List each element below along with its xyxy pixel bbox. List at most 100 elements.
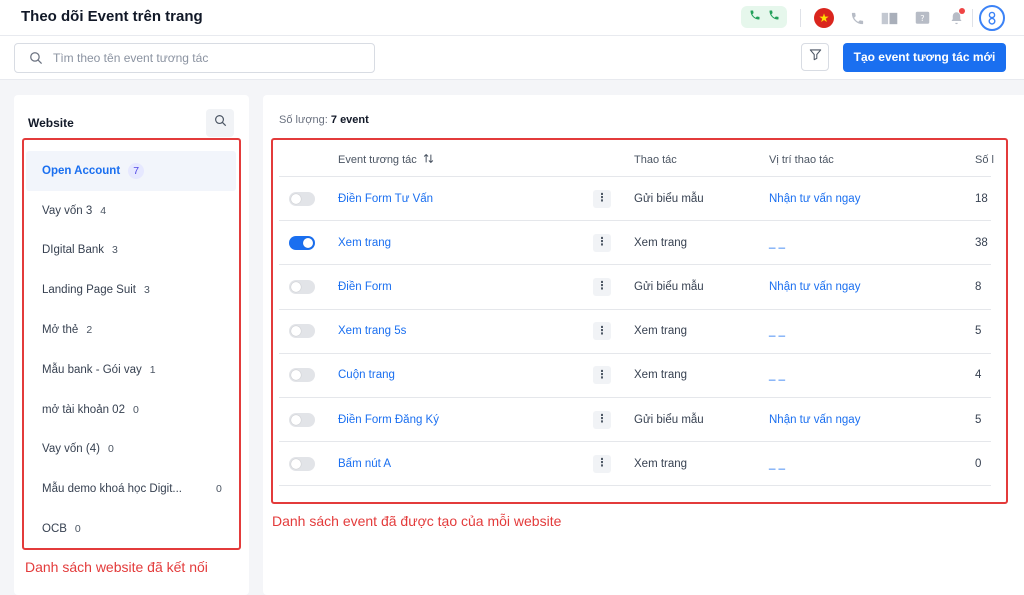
event-position: _ _ [769,236,785,249]
event-count: 2 [86,324,93,337]
event-position[interactable]: Nhận tư vấn ngay [769,177,860,220]
event-count: 3 [112,244,118,257]
event-number: 5 [975,325,982,338]
sort-icon[interactable] [423,153,434,167]
website-item[interactable]: mở tài khoản 02 0 [26,390,236,430]
more-options-icon[interactable]: ⋮ [593,366,611,385]
website-item[interactable]: Vay vốn 3 4 [26,191,236,231]
table-row[interactable]: Xem trang ⋮ Xem trang _ _ 38 [279,221,991,266]
event-position: _ _ [769,457,785,470]
event-name-link[interactable]: Cuộn trang [338,354,395,397]
website-name: Mẫu bank - Gói vay [42,363,142,376]
event-position[interactable]: Nhận tư vấn ngay [769,398,860,441]
phone-icon[interactable] [846,7,868,29]
website-name: Vay vốn 3 [42,204,93,217]
event-name-link[interactable]: Xem trang [338,221,391,264]
website-item[interactable]: Mở thẻ 2 [26,310,236,350]
event-action: Xem trang [634,457,688,470]
website-item[interactable]: Open Account 7 [26,151,236,191]
event-enabled-toggle[interactable] [289,191,315,206]
event-enabled-toggle[interactable] [289,368,315,383]
event-name-link[interactable]: Xem trang 5s [338,310,406,353]
event-name-link[interactable]: Điền Form Tư Vấn [338,177,433,220]
event-enabled-toggle[interactable] [289,279,315,294]
event-number: 0 [975,457,982,470]
event-count-badge: 7 [128,162,145,179]
more-options-icon[interactable]: ⋮ [593,189,611,208]
event-position: _ _ [769,369,785,382]
table-row[interactable]: Bấm nút A ⋮ Xem trang _ _ 0 [279,442,991,487]
notification-bell-icon[interactable] [945,7,967,29]
website-search-button[interactable] [206,109,234,137]
event-count: 3 [144,284,150,297]
table-row[interactable]: Điền Form Tư Vấn ⋮ Gửi biểu mẫu Nhận tư vấn… [279,177,991,222]
phone-outgoing-icon[interactable] [768,8,780,26]
more-options-icon[interactable]: ⋮ [593,454,611,473]
event-name-link[interactable]: Bấm nút A [338,442,391,485]
event-enabled-toggle[interactable] [289,324,315,339]
event-position[interactable]: Nhận tư vấn ngay [769,265,860,308]
help-icon[interactable]: ? [911,7,933,29]
row-menu-cell: ⋮ [593,354,611,397]
event-search-box[interactable] [14,43,375,73]
website-item[interactable]: DIgital Bank 3 [26,231,236,271]
row-menu-cell: ⋮ [593,265,611,308]
event-number: 38 [975,236,988,249]
event-toggle-cell [289,398,315,441]
divider [972,9,973,27]
event-number: 4 [975,369,982,382]
phone-incoming-icon[interactable] [749,8,761,26]
filter-button[interactable] [801,43,829,71]
more-options-icon[interactable]: ⋮ [593,410,611,429]
svg-text:?: ? [920,12,924,22]
event-action: Xem trang [634,236,688,249]
website-name: Vay vốn (4) [42,443,100,456]
table-row[interactable]: Cuộn trang ⋮ Xem trang _ _ 4 [279,354,991,398]
user-avatar[interactable] [979,5,1005,31]
website-name: mở tài khoản 02 [42,403,125,416]
website-name: OCB [42,523,67,536]
event-action: Gửi biểu mẫu [634,280,704,293]
event-action: Gửi biểu mẫu [634,192,704,205]
table-annotation: Danh sách event đã được tạo của mỗi webs… [272,513,562,529]
event-count: 0 [132,403,139,416]
top-bar: Theo dõi Event trên trang ★ ? [0,0,1024,36]
website-item[interactable]: Landing Page Suit 3 [26,270,236,310]
website-item[interactable]: Mẫu demo khoá học Digit... 0 [26,469,236,509]
table-row[interactable]: Xem trang 5s ⋮ Xem trang _ _ 5 [279,310,991,354]
language-flag-icon[interactable]: ★ [813,7,835,29]
more-options-icon[interactable]: ⋮ [593,322,611,341]
event-name-link[interactable]: Điền Form Đăng Ký [338,398,439,441]
event-search-input[interactable] [53,49,363,67]
event-position: _ _ [769,325,785,338]
row-menu-cell: ⋮ [593,310,611,353]
website-item[interactable]: Vay vốn (4) 0 [26,430,236,470]
event-enabled-toggle[interactable] [289,456,315,471]
event-count: 0 [216,483,222,496]
website-name: DIgital Bank [42,244,105,257]
event-name-link[interactable]: Điền Form [338,265,392,308]
event-toggle-cell [289,442,315,485]
event-count-summary: Số lượng: 7 event [279,114,369,126]
create-event-button[interactable]: Tạo event tương tác mới [843,43,1006,72]
row-menu-cell: ⋮ [593,221,611,264]
table-row[interactable]: Điền Form ⋮ Gửi biểu mẫu Nhận tư vấn ngay 8 [279,265,991,310]
event-toggle-cell [289,265,315,308]
event-enabled-toggle[interactable] [289,235,315,250]
event-enabled-toggle[interactable] [289,412,315,427]
column-header-number: Số l [975,153,994,166]
website-panel: Website Open Account 7 Vay vốn 3 4 DIgital… [14,95,249,595]
website-panel-title: Website [28,116,74,130]
guide-book-icon[interactable] [878,7,900,29]
column-header-event[interactable]: Event tương tác [338,143,434,176]
more-options-icon[interactable]: ⋮ [593,277,611,296]
website-item[interactable]: OCB 0 [26,509,236,549]
table-header: Event tương tác Thao tác Vị trí thao tác… [279,143,994,177]
call-status-group[interactable] [741,6,787,28]
website-name: Open Account [42,164,121,177]
event-action: Xem trang [634,325,688,338]
event-toggle-cell [289,310,315,353]
website-item[interactable]: Mẫu bank - Gói vay 1 [26,350,236,390]
more-options-icon[interactable]: ⋮ [593,233,611,252]
table-row[interactable]: Điền Form Đăng Ký ⋮ Gửi biểu mẫu Nhận tư vấ… [279,398,991,443]
